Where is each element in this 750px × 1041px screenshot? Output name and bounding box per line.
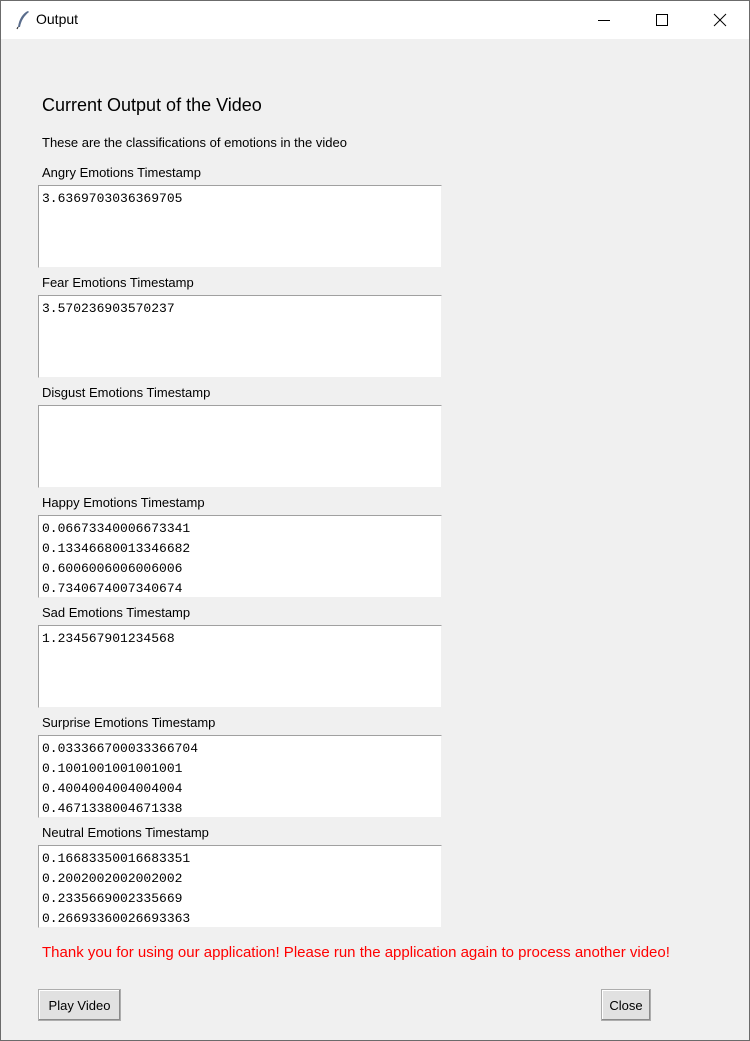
happy-line: 0.06673340006673341 bbox=[42, 521, 191, 536]
sad-label: Sad Emotions Timestamp bbox=[42, 605, 191, 620]
neutral-line: 0.16683350016683351 bbox=[42, 851, 191, 866]
fear-line: 3.570236903570237 bbox=[42, 301, 175, 316]
fear-textbox[interactable]: 3.570236903570237 bbox=[38, 295, 442, 378]
close-window-button[interactable] bbox=[691, 1, 749, 39]
happy-textbox[interactable]: 0.06673340006673341 0.13346680013346682 … bbox=[38, 515, 442, 598]
neutral-textbox[interactable]: 0.16683350016683351 0.2002002002002002 0… bbox=[38, 845, 442, 928]
surprise-label: Surprise Emotions Timestamp bbox=[42, 715, 216, 730]
neutral-line: 0.2335669002335669 bbox=[42, 891, 183, 906]
surprise-line: 0.4004004004004004 bbox=[42, 781, 183, 796]
disgust-label: Disgust Emotions Timestamp bbox=[42, 385, 211, 400]
happy-line: 0.13346680013346682 bbox=[42, 541, 191, 556]
sad-textbox[interactable]: 1.234567901234568 bbox=[38, 625, 442, 708]
angry-label: Angry Emotions Timestamp bbox=[42, 165, 201, 180]
angry-textbox[interactable]: 3.6369703036369705 bbox=[38, 185, 442, 268]
happy-line: 0.6006006006006006 bbox=[42, 561, 183, 576]
surprise-line: 0.033366700033366704 bbox=[42, 741, 199, 756]
page-subtitle: These are the classifications of emotion… bbox=[42, 135, 347, 150]
neutral-line: 0.2002002002002002 bbox=[42, 871, 183, 886]
surprise-line: 0.1001001001001001 bbox=[42, 761, 183, 776]
close-icon bbox=[713, 13, 727, 27]
page-title: Current Output of the Video bbox=[42, 95, 262, 115]
sad-line: 1.234567901234568 bbox=[42, 631, 175, 646]
surprise-line: 0.4671338004671338 bbox=[42, 801, 183, 816]
happy-line: 0.7340674007340674 bbox=[42, 581, 183, 596]
play-video-button[interactable]: Play Video bbox=[38, 989, 121, 1021]
surprise-textbox[interactable]: 0.033366700033366704 0.1001001001001001 … bbox=[38, 735, 442, 818]
output-window: Output Current Output of the Video These… bbox=[0, 0, 750, 1041]
maximize-icon bbox=[656, 14, 668, 26]
maximize-button[interactable] bbox=[633, 1, 691, 39]
title-bar[interactable]: Output bbox=[1, 1, 749, 39]
neutral-label: Neutral Emotions Timestamp bbox=[42, 825, 209, 840]
window-title: Output bbox=[36, 11, 79, 27]
fear-label: Fear Emotions Timestamp bbox=[42, 275, 194, 290]
minimize-icon bbox=[598, 20, 610, 21]
happy-label: Happy Emotions Timestamp bbox=[42, 495, 205, 510]
thank-you-message: Thank you for using our application! Ple… bbox=[42, 944, 670, 961]
neutral-line: 0.26693360026693363 bbox=[42, 911, 191, 926]
disgust-textbox[interactable] bbox=[38, 405, 442, 488]
feather-icon bbox=[15, 10, 31, 30]
angry-line: 3.6369703036369705 bbox=[42, 191, 183, 206]
close-button[interactable]: Close bbox=[601, 989, 651, 1021]
minimize-button[interactable] bbox=[575, 1, 633, 39]
